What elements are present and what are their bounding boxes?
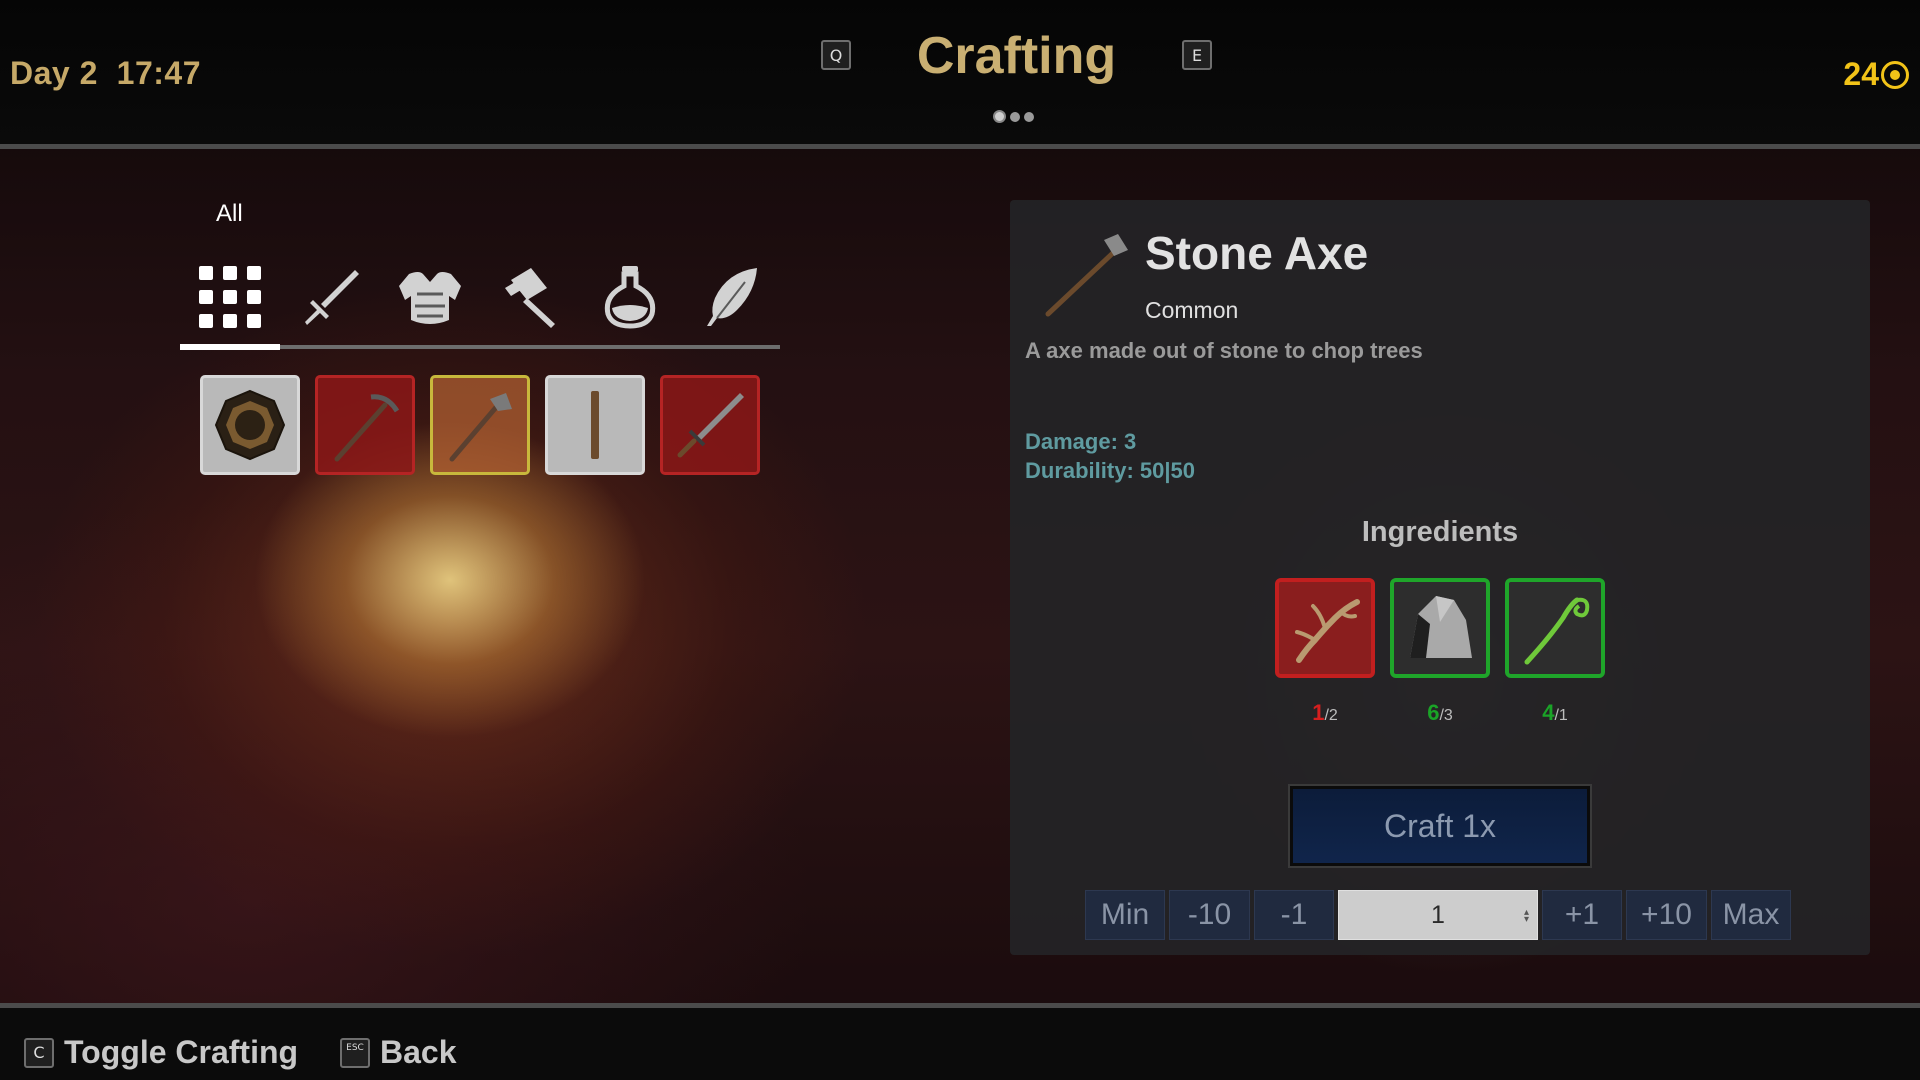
tab-armor[interactable]: [380, 248, 480, 346]
item-description: A axe made out of stone to chop trees: [1025, 338, 1423, 363]
page-dot[interactable]: [1010, 111, 1020, 122]
stat-damage: Damage: 3: [1025, 429, 1137, 454]
toggle-crafting-hint[interactable]: C Toggle Crafting: [24, 1034, 298, 1071]
category-underline-active: [180, 344, 280, 350]
category-tabs: [180, 248, 780, 348]
quantity-minus1-button[interactable]: -1: [1254, 890, 1334, 940]
tab-misc[interactable]: [680, 248, 780, 346]
next-tab-key[interactable]: E: [1182, 40, 1212, 70]
item-detail-panel: Stone Axe Common A axe made out of stone…: [1010, 200, 1870, 955]
craft-button[interactable]: Craft 1x: [1288, 784, 1592, 868]
gold-amount: 24: [1843, 56, 1879, 92]
branch-icon: [1295, 599, 1360, 663]
page-indicator: [993, 110, 1034, 123]
ingredient-branch: 1/2: [1275, 578, 1375, 726]
feather-icon: [707, 268, 757, 326]
ingredient-count: 1/2: [1312, 700, 1338, 725]
wooden-shield-icon: [214, 389, 286, 461]
top-divider: [0, 144, 1920, 149]
back-label: Back: [380, 1034, 457, 1070]
toggle-crafting-label: Toggle Crafting: [64, 1034, 299, 1070]
tab-weapons[interactable]: [280, 248, 380, 346]
ingredients-list: 1/2 6/3 4/1: [1275, 578, 1605, 726]
ingredient-count: 6/3: [1427, 700, 1453, 725]
sword-icon: [305, 270, 359, 325]
esc-key: ESC: [340, 1037, 370, 1068]
ingredient-stone: 6/3: [1390, 578, 1490, 726]
tab-tools[interactable]: [480, 248, 580, 346]
recipe-slot-pickaxe[interactable]: [315, 375, 415, 475]
stone-axe-icon: [449, 393, 512, 462]
gold-counter: 24: [1843, 56, 1909, 93]
potion-flask-icon: [604, 266, 656, 329]
recipe-slot-shield[interactable]: [200, 375, 300, 475]
game-clock: Day 2 17:47: [10, 55, 201, 92]
ingredient-slot[interactable]: [1505, 578, 1605, 678]
bottom-bar: C Toggle Crafting ESC Back: [0, 1003, 1920, 1080]
tab-all[interactable]: [180, 248, 280, 346]
coin-icon: [1881, 60, 1909, 89]
page-title: Crafting: [916, 27, 1117, 85]
day-label: Day 2: [10, 55, 98, 91]
quantity-max-button[interactable]: Max: [1711, 890, 1791, 940]
ingredient-count: 4/1: [1542, 700, 1568, 725]
hammer-icon: [505, 268, 555, 328]
chestplate-icon: [399, 272, 461, 324]
wooden-stick-icon: [591, 391, 599, 459]
recipe-slot-sword[interactable]: [660, 375, 760, 475]
c-key: C: [24, 1037, 54, 1068]
ingredient-slot[interactable]: [1275, 578, 1375, 678]
quantity-plus1-button[interactable]: +1: [1542, 890, 1622, 940]
pickaxe-icon: [334, 394, 400, 462]
item-name: Stone Axe: [1145, 227, 1369, 279]
category-label: All: [216, 200, 243, 227]
time-label: 17:47: [116, 55, 202, 91]
page-dot-active[interactable]: [993, 110, 1006, 123]
stone-icon: [1410, 596, 1472, 658]
quantity-value: 1: [1431, 900, 1445, 929]
quantity-plus10-button[interactable]: +10: [1626, 890, 1707, 940]
vine-icon: [1524, 597, 1590, 665]
tab-potions[interactable]: [580, 248, 680, 346]
top-bar: Day 2 17:47 Q Crafting E 24: [0, 0, 1920, 149]
sword-item-icon: [677, 393, 744, 458]
stone-axe-icon: [1045, 234, 1128, 317]
stat-durability: Durability: 50|50: [1025, 458, 1195, 483]
back-hint[interactable]: ESC Back: [340, 1034, 457, 1071]
recipe-slot-stick[interactable]: [545, 375, 645, 475]
ingredient-slot[interactable]: [1390, 578, 1490, 678]
ingredient-vine: 4/1: [1505, 578, 1605, 726]
page-dot[interactable]: [1024, 111, 1034, 122]
quantity-min-button[interactable]: Min: [1085, 890, 1165, 940]
recipe-slot-stone-axe[interactable]: [430, 375, 530, 475]
recipe-list: [200, 375, 760, 475]
item-rarity: Common: [1145, 297, 1239, 323]
prev-tab-key[interactable]: Q: [821, 40, 851, 70]
grid-icon: [199, 266, 261, 328]
quantity-minus10-button[interactable]: -10: [1169, 890, 1250, 940]
quantity-stepper: Min -10 -1 1 ▴ ▾ +1 +10 Max: [1085, 890, 1791, 940]
spinner-arrows-icon[interactable]: ▴ ▾: [1524, 908, 1529, 925]
quantity-input[interactable]: 1 ▴ ▾: [1338, 890, 1538, 940]
ingredients-title: Ingredients: [1361, 516, 1519, 548]
